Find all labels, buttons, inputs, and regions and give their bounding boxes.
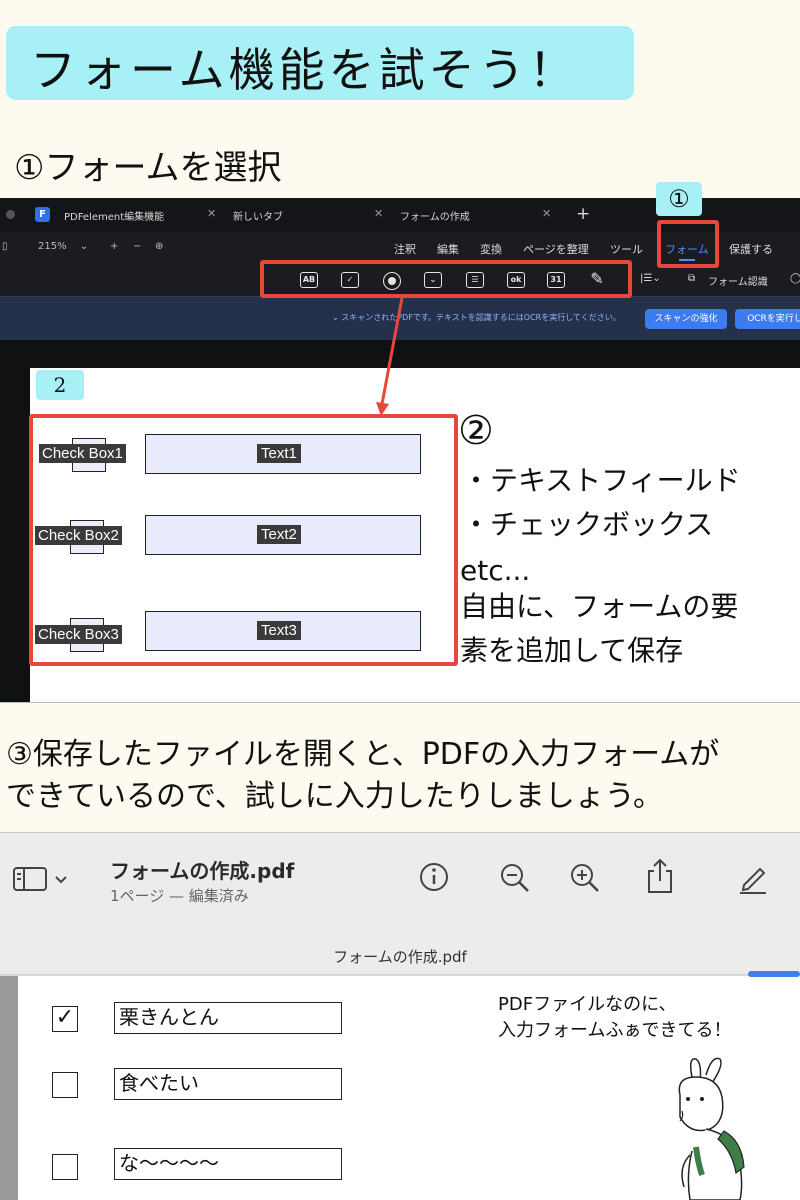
ocr-message: ⌄ スキャンされたPDFです。テキストを認識するにはOCRを実行してください。: [332, 313, 621, 322]
menu-annotate[interactable]: 注釈: [394, 241, 416, 257]
close-icon[interactable]: ✕: [542, 207, 551, 220]
callout-1: ①: [656, 182, 702, 216]
step3-line: できているので、試しに入力したりしましょう。: [6, 779, 663, 814]
form-recognition-icon[interactable]: ⧉: [688, 273, 695, 284]
note-line: PDFファイルなのに、: [498, 994, 677, 1015]
menu-convert[interactable]: 変換: [480, 241, 502, 257]
new-tab-plus-icon[interactable]: +: [576, 204, 590, 224]
share-icon[interactable]: [644, 857, 676, 895]
ocr-run-button[interactable]: OCRを実行し: [735, 309, 800, 329]
zoom-out-icon[interactable]: −: [133, 241, 141, 252]
rabbit-illustration-icon: [678, 1057, 745, 1200]
page-title: フォーム機能を試そう！: [30, 43, 579, 97]
sidebar-strip: [0, 976, 18, 1200]
markup-pen-icon[interactable]: [736, 861, 770, 895]
form-tab-highlight: [657, 220, 719, 268]
preview-doc-subtitle: 1ページ — 編集済み: [110, 887, 249, 905]
desc-line: 自由に、フォームの要: [460, 590, 739, 623]
preview-text-field[interactable]: 栗きんとん: [114, 1002, 342, 1034]
preview-text-field[interactable]: な〜〜〜〜: [114, 1148, 342, 1180]
desc-line: 素を追加して保存: [460, 634, 684, 667]
desc-line: ・チェックボックス: [462, 508, 714, 541]
ocr-notification-bar: ⌄ スキャンされたPDFです。テキストを認識するにはOCRを実行してください。 …: [0, 296, 800, 340]
form-recognition-button[interactable]: フォーム認識: [708, 273, 768, 288]
preview-text-field[interactable]: 食べたい: [114, 1068, 342, 1100]
note-line: 入力フォームふぁできてる！: [498, 1020, 732, 1042]
close-icon[interactable]: ✕: [374, 207, 383, 220]
window-dot-icon[interactable]: [6, 210, 15, 219]
zoom-out-icon[interactable]: [498, 861, 532, 895]
menu-tools[interactable]: ツール: [610, 241, 643, 257]
tab-pdfelement[interactable]: PDFelement編集機能: [64, 208, 164, 223]
tab-form-create[interactable]: フォームの作成: [400, 208, 470, 223]
callout-2: 2: [36, 370, 84, 400]
step3-text: ③保存したファイルを開くと、PDFの入力フォームが できているので、試しに入力し…: [6, 734, 719, 818]
step3-line: ③保存したファイルを開くと、PDFの入力フォームが: [6, 737, 720, 772]
preview-checkbox[interactable]: [52, 1154, 78, 1180]
text-field-label: Text3: [257, 621, 301, 640]
pdfelement-logo-icon: F: [35, 207, 50, 222]
chevron-down-icon[interactable]: ⌄: [80, 241, 88, 252]
menu-protect[interactable]: 保護する: [729, 241, 773, 257]
checkbox-label: Check Box1: [39, 444, 126, 463]
info-icon[interactable]: [418, 861, 450, 893]
scan-enhance-button[interactable]: スキャンの強化: [645, 309, 727, 329]
menu-organize[interactable]: ページを整理: [523, 241, 589, 257]
zoom-in-icon[interactable]: +: [110, 241, 118, 252]
comment-note: PDFファイルなのに、 入力フォームふぁできてる！: [498, 992, 731, 1044]
step1-heading: ①フォームを選択: [14, 148, 282, 188]
desc-line: ・テキストフィールド: [462, 464, 741, 497]
checkbox-label: Check Box2: [35, 526, 122, 545]
align-icon[interactable]: |☰⌄: [640, 273, 661, 284]
menu-edit[interactable]: 編集: [437, 241, 459, 257]
tab-new[interactable]: 新しいタブ: [233, 208, 283, 223]
preview-tab[interactable]: フォームの作成.pdf: [0, 939, 800, 975]
preview-doc-title: フォームの作成.pdf: [110, 859, 295, 883]
step2-number: ②: [458, 408, 494, 454]
section-divider: [0, 702, 800, 703]
preview-checkbox-checked[interactable]: ✓: [52, 1006, 78, 1032]
close-icon[interactable]: ✕: [207, 207, 216, 220]
text-field-label: Text1: [257, 444, 301, 463]
zoom-level[interactable]: 215%: [38, 241, 67, 252]
desc-line: etc...: [460, 554, 531, 587]
checkbox-label: Check Box3: [35, 625, 122, 644]
toolbar-highlight: [260, 260, 632, 298]
zoom-fit-icon[interactable]: ⊕: [155, 241, 163, 252]
sidebar-toggle-icon[interactable]: [12, 865, 72, 893]
zoom-in-icon[interactable]: [568, 861, 602, 895]
more-icon[interactable]: ◯: [790, 273, 800, 284]
panel-icon[interactable]: ▯: [2, 241, 8, 252]
text-field-label: Text2: [257, 525, 301, 544]
scroll-indicator[interactable]: [748, 971, 800, 977]
preview-checkbox[interactable]: [52, 1072, 78, 1098]
